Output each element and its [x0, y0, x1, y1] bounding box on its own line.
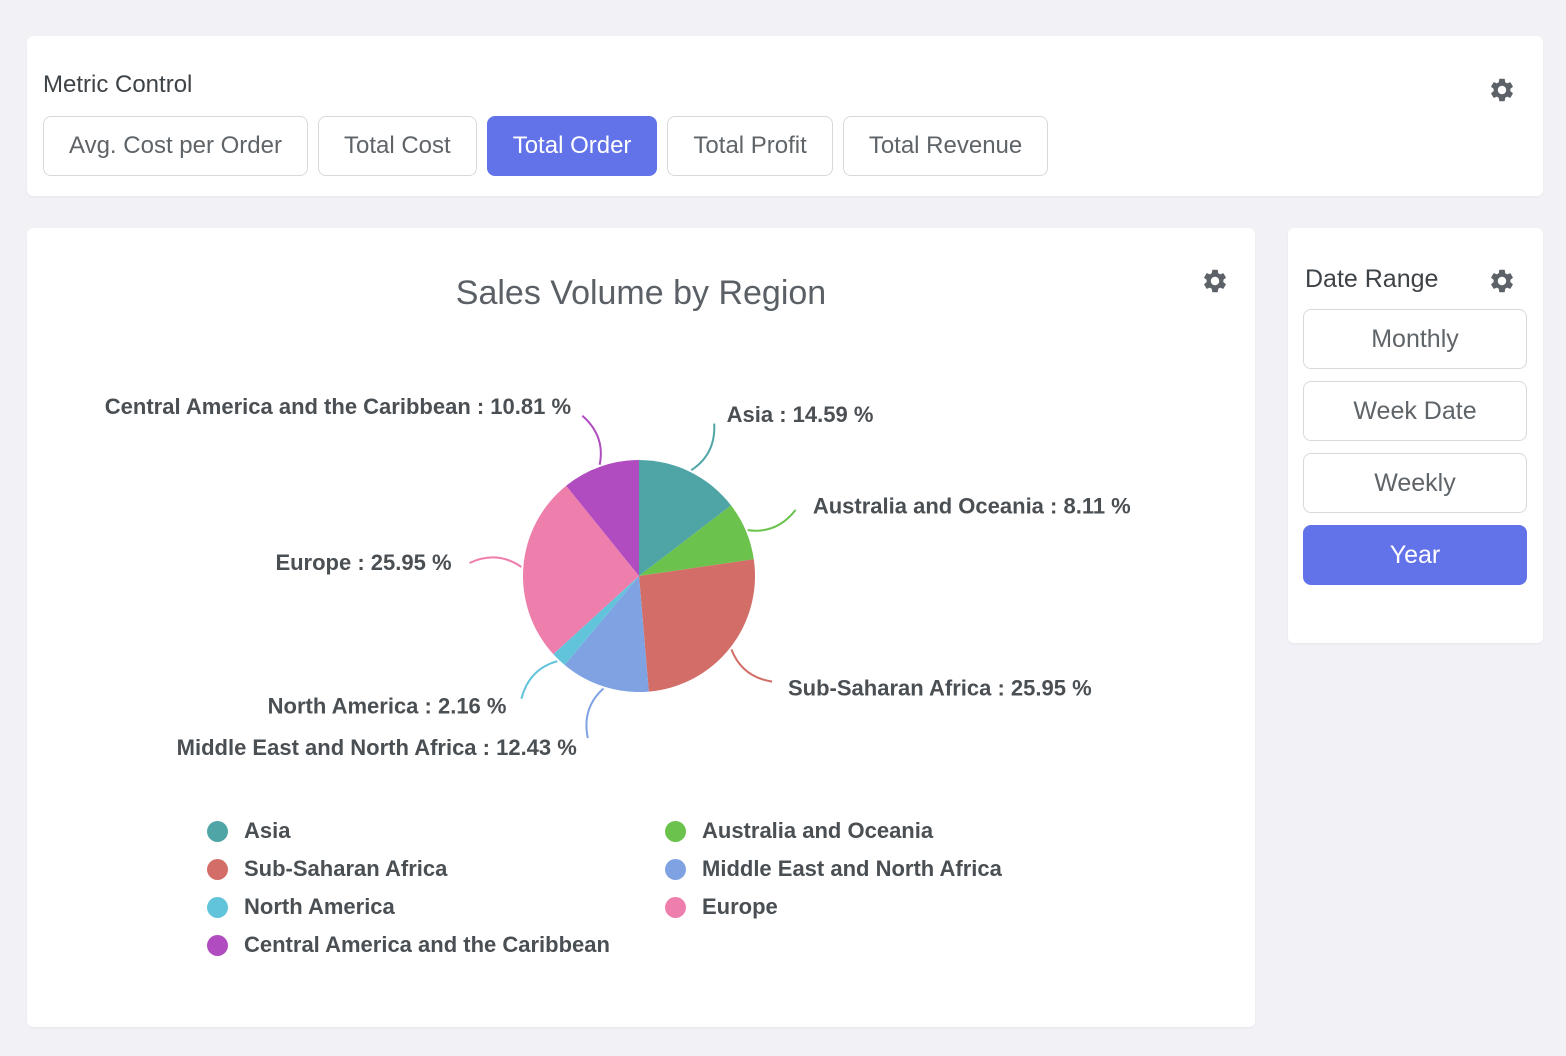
- legend-label: North America: [244, 894, 395, 920]
- legend-label: Central America and the Caribbean: [244, 932, 610, 958]
- pie-label-line-asia: [691, 424, 714, 471]
- pie-label-asia: Asia : 14.59 %: [727, 402, 874, 427]
- settings-gear-icon[interactable]: [1488, 76, 1516, 104]
- legend-dot-australia-and-oceania: [665, 821, 686, 842]
- metric-control-title: Metric Control: [43, 70, 192, 100]
- pie-label-middle-east-and-north-africa: Middle East and North Africa : 12.43 %: [177, 735, 577, 760]
- metric-button-avg-cost-per-order[interactable]: Avg. Cost per Order: [43, 116, 308, 176]
- pie-label-sub-saharan-africa: Sub-Saharan Africa : 25.95 %: [788, 675, 1092, 700]
- pie-label-line-north-america: [521, 661, 557, 699]
- pie-label-line-sub-saharan-africa: [731, 649, 772, 681]
- sales-volume-chart-card: Sales Volume by Region Asia : 14.59 %Aus…: [27, 228, 1255, 1027]
- legend-dot-sub-saharan-africa: [207, 859, 228, 880]
- legend-label: Australia and Oceania: [702, 818, 933, 844]
- legend-label: Europe: [702, 894, 778, 920]
- chart-legend: Asia Australia and Oceania Sub-Saharan Afr…: [207, 812, 1002, 964]
- legend-dot-north-america: [207, 897, 228, 918]
- metric-button-total-profit[interactable]: Total Profit: [667, 116, 832, 176]
- legend-label: Middle East and North Africa: [702, 856, 1002, 882]
- metric-button-total-order[interactable]: Total Order: [487, 116, 658, 176]
- date-range-button-weekly[interactable]: Weekly: [1303, 453, 1527, 513]
- legend-item-australia-and-oceania[interactable]: Australia and Oceania: [665, 818, 1002, 844]
- pie-label-australia-and-oceania: Australia and Oceania : 8.11 %: [813, 494, 1131, 519]
- legend-dot-middle-east-and-north-africa: [665, 859, 686, 880]
- legend-item-north-america[interactable]: North America: [207, 894, 665, 920]
- pie-label-line-middle-east-and-north-africa: [586, 689, 603, 739]
- metric-control-card: Metric Control Avg. Cost per OrderTotal …: [27, 36, 1543, 196]
- legend-item-sub-saharan-africa[interactable]: Sub-Saharan Africa: [207, 856, 665, 882]
- settings-gear-icon[interactable]: [1488, 267, 1516, 295]
- legend-item-middle-east-and-north-africa[interactable]: Middle East and North Africa: [665, 856, 1002, 882]
- pie-slice-sub-saharan-africa[interactable]: [639, 559, 755, 691]
- pie-label-line-central-america-and-the-caribbean: [582, 416, 600, 465]
- date-range-button-week-date[interactable]: Week Date: [1303, 381, 1527, 441]
- metric-button-total-cost[interactable]: Total Cost: [318, 116, 477, 176]
- pie-label-line-australia-and-oceania: [748, 510, 796, 531]
- pie-label-europe: Europe : 25.95 %: [275, 550, 451, 575]
- legend-dot-asia: [207, 821, 228, 842]
- legend-label: Sub-Saharan Africa: [244, 856, 447, 882]
- legend-dot-central-america-and-the-caribbean: [207, 935, 228, 956]
- legend-item-central-america-and-the-caribbean[interactable]: Central America and the Caribbean: [207, 932, 665, 958]
- date-range-button-monthly[interactable]: Monthly: [1303, 309, 1527, 369]
- date-range-title: Date Range: [1305, 264, 1438, 294]
- legend-item-asia[interactable]: Asia: [207, 818, 665, 844]
- metric-button-total-revenue[interactable]: Total Revenue: [843, 116, 1048, 176]
- date-range-card: Date Range Monthly Week Date Weekly Year: [1288, 228, 1543, 643]
- pie-label-line-europe: [470, 557, 522, 567]
- legend-item-europe[interactable]: Europe: [665, 894, 1002, 920]
- date-range-button-group: Monthly Week Date Weekly Year: [1303, 309, 1527, 585]
- legend-label: Asia: [244, 818, 290, 844]
- metric-button-group: Avg. Cost per OrderTotal CostTotal Order…: [43, 116, 1048, 176]
- date-range-button-year[interactable]: Year: [1303, 525, 1527, 585]
- legend-dot-europe: [665, 897, 686, 918]
- pie-label-north-america: North America : 2.16 %: [268, 693, 507, 718]
- pie-label-central-america-and-the-caribbean: Central America and the Caribbean : 10.8…: [105, 394, 571, 419]
